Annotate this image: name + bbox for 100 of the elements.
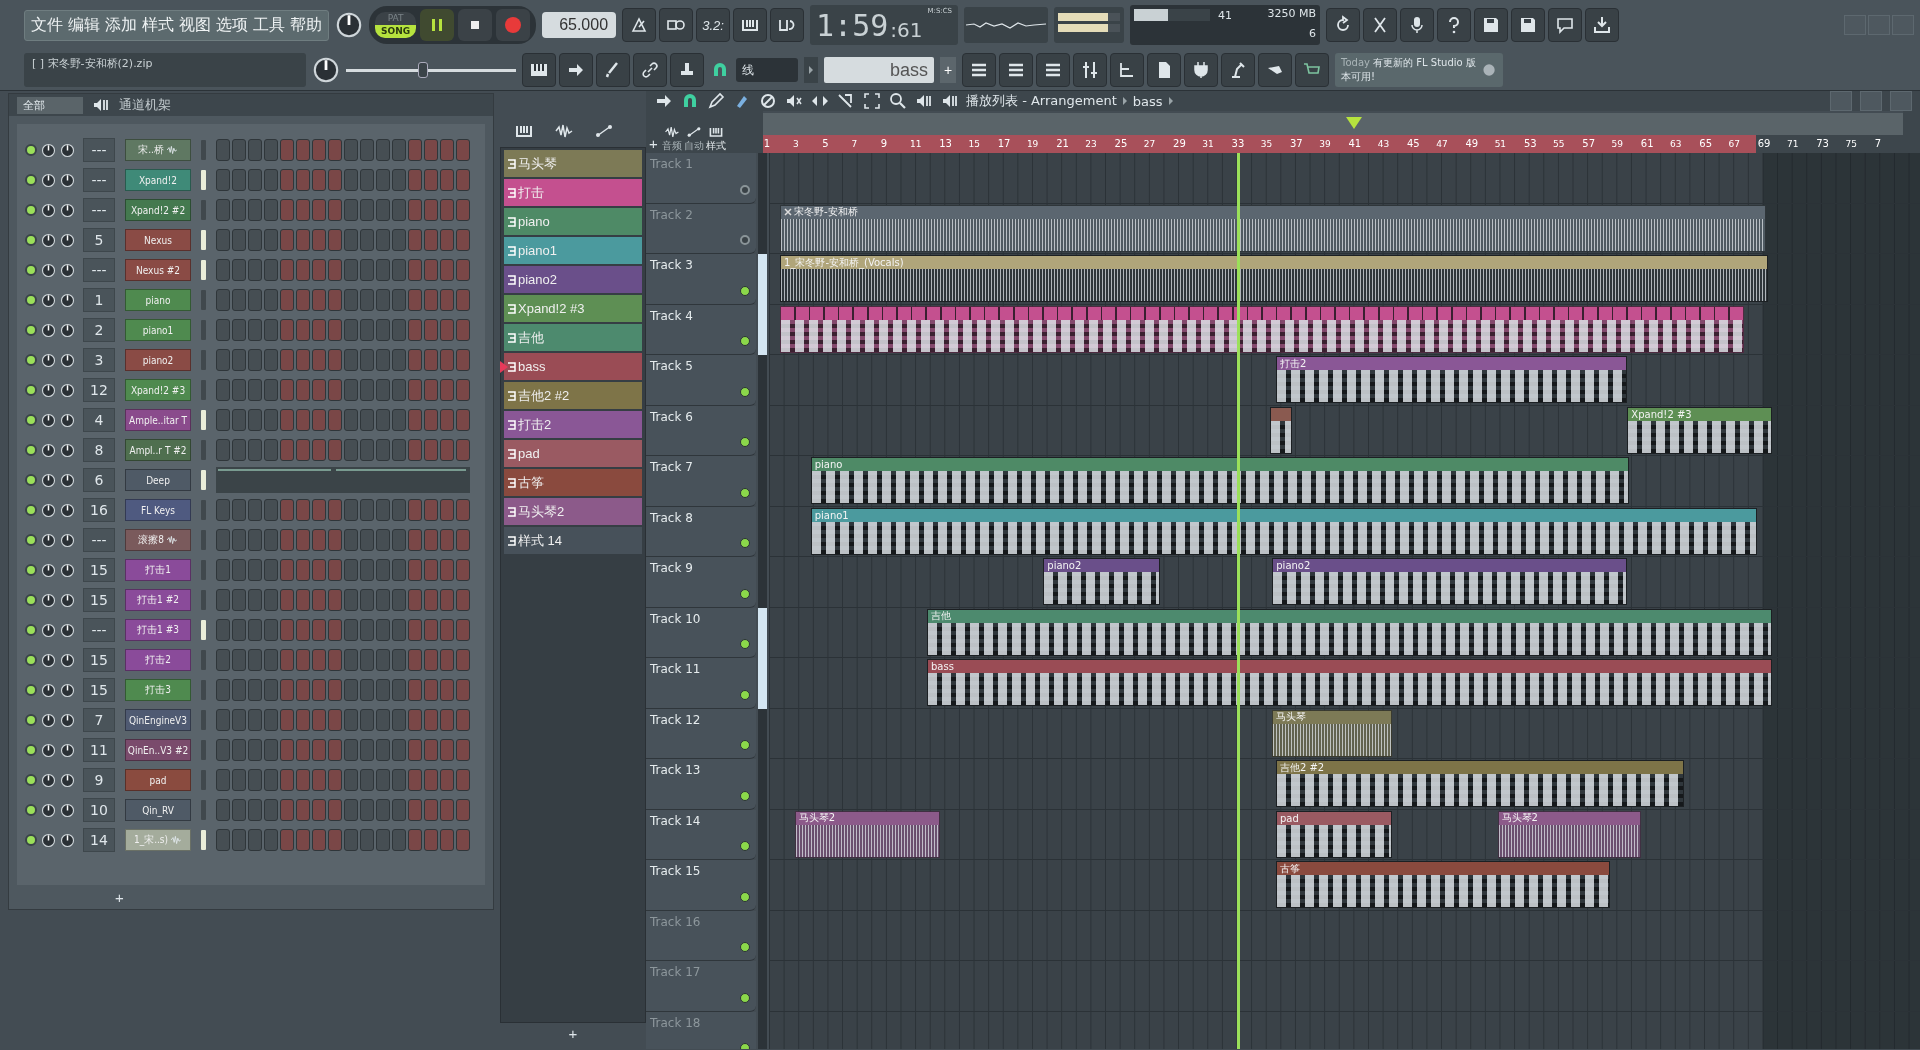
step-button[interactable] [264,439,278,461]
step-button[interactable] [456,709,470,731]
step-button[interactable] [216,199,230,221]
pan-knob[interactable] [41,622,56,638]
step-button[interactable] [376,649,390,671]
step-button[interactable] [216,799,230,821]
track-lane[interactable]: 古筝 [769,860,1920,911]
step-button[interactable] [424,799,438,821]
volume-knob[interactable] [60,832,75,848]
step-button[interactable] [392,439,406,461]
volume-knob[interactable] [60,232,75,248]
step-button[interactable] [376,289,390,311]
step-button[interactable] [248,229,262,251]
step-button[interactable] [296,199,310,221]
step-button[interactable] [408,529,422,551]
volume-knob[interactable] [60,682,75,698]
step-button[interactable] [440,709,454,731]
step-button[interactable] [280,439,294,461]
step-button[interactable] [328,319,342,341]
channel-select-indicator[interactable] [201,230,206,250]
step-button[interactable] [280,829,294,851]
step-button[interactable] [376,829,390,851]
step-button[interactable] [232,769,246,791]
step-button[interactable] [392,289,406,311]
step-button[interactable] [376,349,390,371]
channel-select-indicator[interactable] [201,470,206,490]
step-button[interactable] [280,679,294,701]
link-button[interactable] [633,53,667,87]
mixer-track-number[interactable]: 15 [83,648,115,672]
volume-knob[interactable] [60,562,75,578]
track-enable-dot[interactable] [740,942,750,952]
step-button[interactable] [440,259,454,281]
step-button[interactable] [280,169,294,191]
channel-button[interactable]: Xpand!2 [125,169,191,191]
track-header[interactable]: Track 7 [646,456,756,507]
volume-knob[interactable] [60,622,75,638]
step-button[interactable] [392,709,406,731]
step-button[interactable] [408,349,422,371]
step-button[interactable] [456,499,470,521]
step-button[interactable] [408,289,422,311]
step-button[interactable] [456,439,470,461]
step-button[interactable] [408,679,422,701]
step-button[interactable] [392,559,406,581]
menu-item[interactable]: 帮助 [290,14,322,36]
step-button[interactable] [248,559,262,581]
step-button[interactable] [376,139,390,161]
step-button[interactable] [392,259,406,281]
channel-select-indicator[interactable] [201,200,206,220]
step-button[interactable] [456,319,470,341]
step-button[interactable] [376,769,390,791]
countdown-button[interactable]: 3.2: [696,8,731,42]
step-button[interactable] [408,439,422,461]
step-button[interactable] [312,289,326,311]
mute-led[interactable] [25,234,37,246]
step-button[interactable] [456,199,470,221]
step-button[interactable] [232,649,246,671]
track-header[interactable]: Track 11 [646,658,756,709]
add-pattern-list-button[interactable]: + [500,1025,646,1042]
track-enable-dot[interactable] [740,235,750,245]
volume-knob[interactable] [60,592,75,608]
step-button[interactable] [440,649,454,671]
volume-knob[interactable] [60,652,75,668]
step-button[interactable] [264,619,278,641]
step-button[interactable] [344,589,358,611]
step-button[interactable] [296,259,310,281]
step-button[interactable] [456,559,470,581]
step-button[interactable] [296,409,310,431]
track-enable-dot[interactable] [740,437,750,447]
step-button[interactable] [216,559,230,581]
master-slider-thumb[interactable] [417,62,428,78]
step-button[interactable] [360,649,374,671]
mixer-track-number[interactable]: --- [83,258,115,282]
track-header[interactable]: Track 12 [646,708,756,759]
step-button[interactable] [376,799,390,821]
pattern-clip[interactable]: 吉他2 #2 [1275,760,1684,807]
channel-select-indicator[interactable] [201,530,206,550]
step-button[interactable] [248,589,262,611]
step-button[interactable] [328,259,342,281]
mute-led[interactable] [25,294,37,306]
step-button[interactable] [264,829,278,851]
mixer-track-number[interactable]: 11 [83,738,115,762]
step-button[interactable] [328,709,342,731]
pattern-item[interactable]: Xpand!2 #3 [504,295,642,322]
menu-item[interactable]: 工具 [253,14,285,36]
track-lane[interactable] [769,910,1920,961]
step-button[interactable] [456,529,470,551]
step-button[interactable] [328,169,342,191]
step-button[interactable] [312,199,326,221]
step-button[interactable] [360,679,374,701]
project-button[interactable] [1147,53,1181,87]
step-button[interactable] [392,319,406,341]
step-button[interactable] [232,559,246,581]
step-button[interactable] [408,589,422,611]
volume-knob[interactable] [60,442,75,458]
timeline-ruler[interactable]: 1 3 5 7 9 11 13 15 17 19 21 23 25 27 29 31 33 35 37 39 41 43 45 47 49 51 53 55 57 59 61 63 65 67 69 71 73 75 7 [762,135,1903,153]
step-button[interactable] [328,829,342,851]
track-enable-dot[interactable] [740,841,750,851]
step-button[interactable] [328,649,342,671]
step-button[interactable] [216,259,230,281]
step-button[interactable] [408,559,422,581]
